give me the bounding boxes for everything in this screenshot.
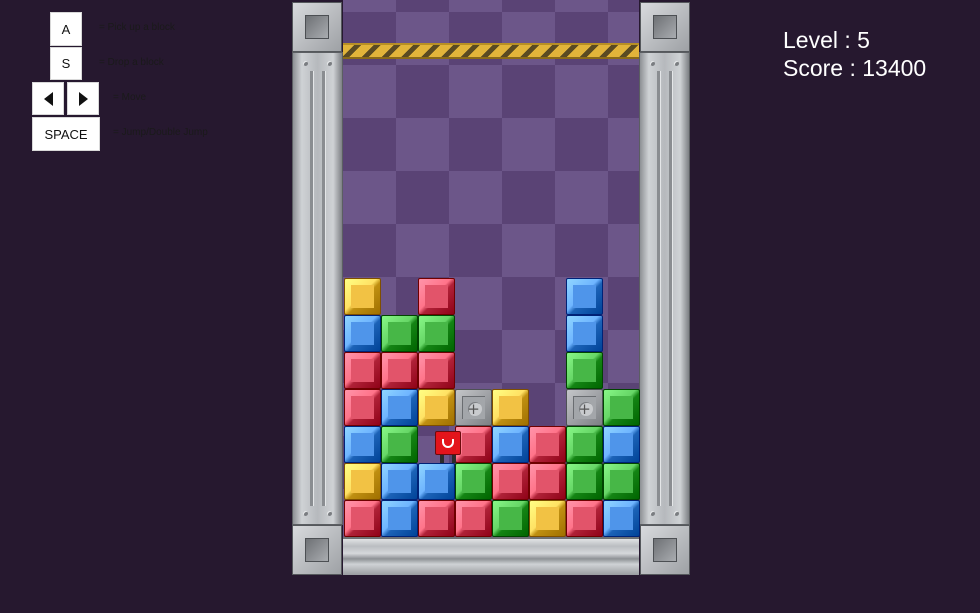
pink-block (344, 389, 381, 426)
blue-block (344, 426, 381, 463)
blue-block (344, 315, 381, 352)
blue-block (566, 278, 603, 315)
level-display: Level : 5 (783, 27, 870, 53)
green-block (603, 389, 640, 426)
key-left-arrow (32, 82, 64, 115)
score-display: Score : 13400 (783, 55, 927, 81)
yellow-block (344, 463, 381, 500)
corner-bottom-left (292, 525, 342, 575)
key-space-description: = Jump/Double Jump (113, 127, 208, 138)
blue-block (381, 463, 418, 500)
key-a-label: A (61, 21, 71, 37)
key-move-description: = Move (113, 92, 147, 103)
left-pillar (292, 52, 343, 525)
pink-block (455, 500, 492, 537)
blue-block (381, 389, 418, 426)
pink-block (529, 426, 566, 463)
right-pillar (639, 52, 690, 525)
green-block (492, 500, 529, 537)
danger-line (343, 43, 639, 59)
yellow-block (529, 500, 566, 537)
green-block (566, 352, 603, 389)
blue-block (566, 315, 603, 352)
corner-top-left (292, 2, 342, 52)
left-arrow-icon (43, 91, 53, 106)
blue-block (603, 500, 640, 537)
green-block (603, 463, 640, 500)
blue-block (603, 426, 640, 463)
blue-block (492, 426, 529, 463)
key-s: S (50, 47, 82, 80)
key-a-description: = Pick up a block (99, 22, 175, 33)
key-space: SPACE (32, 117, 100, 151)
metal-block (566, 389, 603, 426)
pink-block (492, 463, 529, 500)
green-block (418, 315, 455, 352)
green-block (455, 463, 492, 500)
pink-block (529, 463, 566, 500)
corner-bottom-right (640, 525, 690, 575)
yellow-block (344, 278, 381, 315)
key-right-arrow (67, 82, 99, 115)
green-block (381, 315, 418, 352)
green-block (381, 426, 418, 463)
pink-block (344, 500, 381, 537)
yellow-block (492, 389, 529, 426)
board-floor (343, 537, 639, 575)
corner-top-right (640, 2, 690, 52)
pink-block (344, 352, 381, 389)
yellow-block (418, 389, 455, 426)
key-s-label: S (61, 56, 71, 71)
blue-block (418, 463, 455, 500)
pink-block (566, 500, 603, 537)
pink-block (418, 352, 455, 389)
pink-block (418, 500, 455, 537)
blue-block (381, 500, 418, 537)
pink-block (381, 352, 418, 389)
pink-block (418, 278, 455, 315)
right-arrow-icon (78, 91, 88, 106)
key-a: A (50, 12, 82, 46)
key-space-label: SPACE (44, 126, 88, 142)
green-block (566, 426, 603, 463)
metal-block (455, 389, 492, 426)
green-block (566, 463, 603, 500)
key-s-description: = Drop a block (99, 57, 164, 68)
player-character (435, 431, 461, 463)
